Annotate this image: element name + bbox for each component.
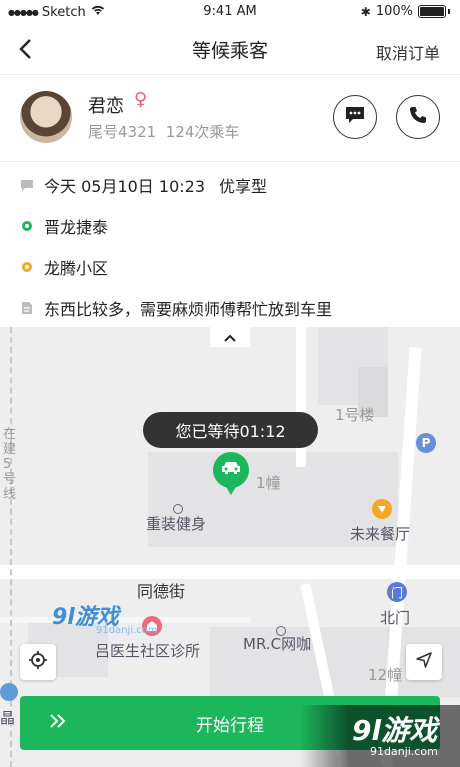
battery-percent: 100% xyxy=(375,4,413,19)
restaurant-icon xyxy=(372,499,392,519)
double-chevron-right-icon xyxy=(48,711,68,736)
crosshair-icon xyxy=(28,650,48,674)
passenger-card: 君恋 ♀ 尾号4321 124次乘车 xyxy=(0,75,460,162)
car-icon xyxy=(220,460,242,480)
message-button[interactable] xyxy=(333,95,377,139)
call-button[interactable] xyxy=(396,95,440,139)
pickup-dot-icon xyxy=(22,221,32,231)
nav-bar: 等候乘客 取消订单 xyxy=(0,24,460,75)
car-location-pin xyxy=(213,452,249,488)
watermark-url: 91danji.com xyxy=(370,745,438,758)
map-label-north-gate: 北门 xyxy=(380,609,411,627)
tail-number: 尾号4321 xyxy=(88,123,157,141)
message-icon xyxy=(344,105,366,129)
status-bar: ●●●●● Sketch 9:41 AM ✱ 100% xyxy=(0,0,460,24)
map-label-building1: 1号楼 xyxy=(335,406,375,424)
navigation-arrow-icon xyxy=(415,651,433,673)
map-label-restaurant: 未来餐厅 xyxy=(350,525,411,543)
watermark-logo: 9l游戏 xyxy=(352,714,438,747)
start-trip-label: 开始行程 xyxy=(196,715,264,736)
wait-time-bubble: 您已等待01:12 xyxy=(143,412,318,448)
bluetooth-icon: ✱ xyxy=(360,4,371,19)
avatar xyxy=(20,91,72,143)
watermark-site-map: 91danji.com xyxy=(96,625,158,636)
parking-icon: P xyxy=(416,433,436,453)
pickup-location: 晋龙捷泰 xyxy=(44,218,109,237)
map-label-12zhuang: 12幢 xyxy=(368,666,403,684)
passenger-name: 君恋 xyxy=(88,96,124,117)
passenger-note: 东西比较多，需要麻烦师傅帮忙放到车里 xyxy=(44,300,333,319)
car-type: 优享型 xyxy=(219,177,268,196)
dropoff-location: 龙腾小区 xyxy=(44,259,109,278)
map-label-clinic: 吕医生社区诊所 xyxy=(95,642,201,660)
passenger-info: 尾号4321 124次乘车 xyxy=(88,121,239,142)
watermark-badge: 9l游戏 91danji.com xyxy=(300,705,460,767)
order-time: 今天 05月10日 10:23 xyxy=(44,177,206,196)
pickup-row: 晋龙捷泰 xyxy=(20,214,108,238)
chevron-up-icon xyxy=(223,328,237,347)
order-time-row: 今天 05月10日 10:23 优享型 xyxy=(20,173,267,197)
map-label-gym: 重装健身 xyxy=(146,515,207,533)
cancel-order-button[interactable]: 取消订单 xyxy=(376,40,440,64)
order-info: 今天 05月10日 10:23 优享型 晋龙捷泰 龙腾小区 东西比较多，需要麻烦… xyxy=(0,162,460,327)
map-label-street: 同德街 xyxy=(137,582,186,601)
battery-icon xyxy=(418,5,446,18)
map-label-cafe: MR.C网咖 xyxy=(243,635,312,653)
female-icon: ♀ xyxy=(134,89,148,110)
dropoff-row: 龙腾小区 xyxy=(20,255,108,279)
gate-icon: 门 xyxy=(387,582,407,602)
map-label-left-edge: 晶 xyxy=(0,709,16,727)
navigate-button[interactable] xyxy=(406,644,442,680)
note-icon xyxy=(20,301,34,315)
map-label-1zhuang: 1幢 xyxy=(256,474,281,492)
map-view[interactable]: 1号楼 1幢 重装健身 未来餐厅 同德街 门 北门 P 吕医生社区诊所 MR.C… xyxy=(0,327,460,767)
phone-icon xyxy=(408,105,428,129)
calendar-chat-icon xyxy=(20,179,34,192)
dropoff-dot-icon xyxy=(22,262,32,272)
building-poi-icon xyxy=(0,683,18,701)
note-row: 东西比较多，需要麻烦师傅帮忙放到车里 xyxy=(20,296,332,320)
ride-count: 124次乘车 xyxy=(165,123,240,141)
locate-me-button[interactable] xyxy=(20,644,56,680)
collapse-panel-button[interactable] xyxy=(210,327,250,347)
map-label-vertical-road: 在建5号线 xyxy=(3,427,17,502)
